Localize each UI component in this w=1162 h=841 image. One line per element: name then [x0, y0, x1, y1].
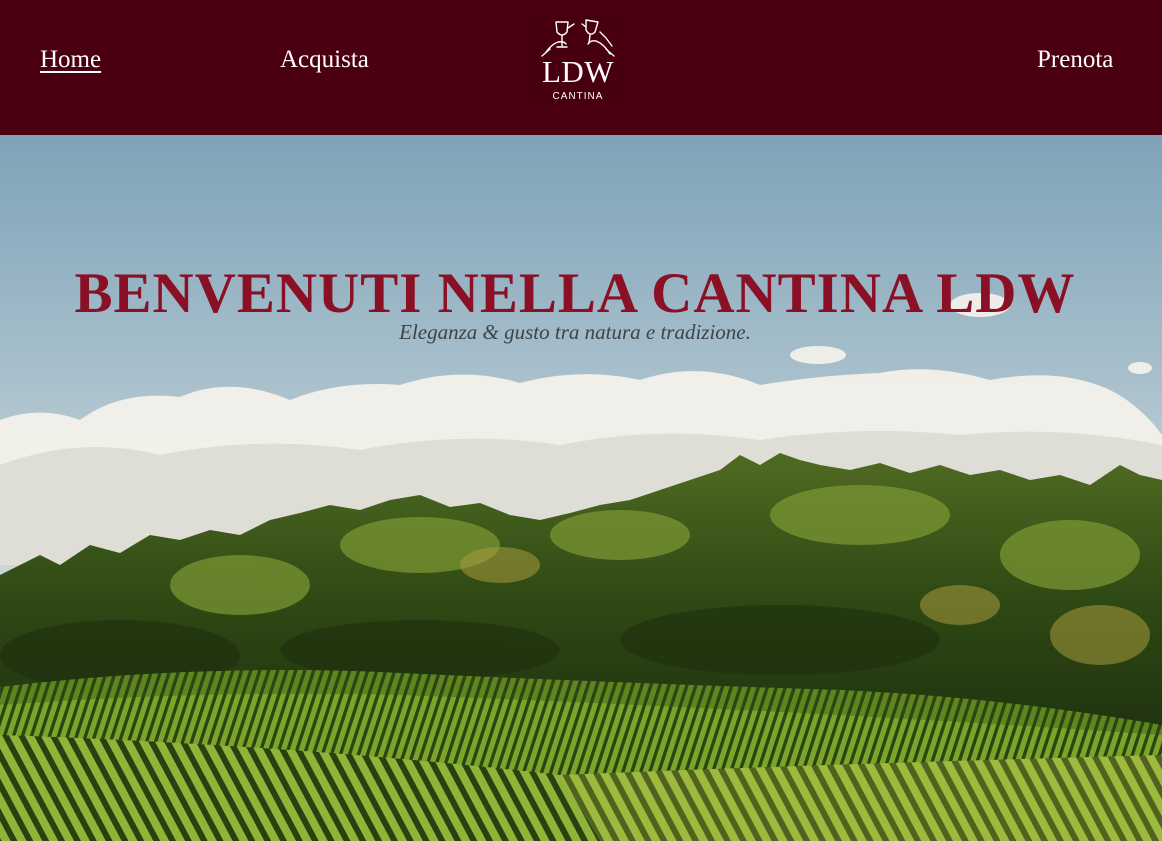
- site-header: Home Acquista LDW CANTINA Prenota: [0, 0, 1162, 135]
- brand-logo[interactable]: LDW CANTINA: [527, 12, 629, 110]
- logo-name: LDW: [541, 54, 615, 89]
- nav-link-prenota[interactable]: Prenota: [1037, 44, 1113, 76]
- vineyard-landscape-image: [0, 135, 1162, 841]
- logo-subtitle: CANTINA: [552, 91, 604, 102]
- hero-subtitle: Eleganza & gusto tra natura e tradizione…: [399, 320, 751, 344]
- nav-link-acquista[interactable]: Acquista: [280, 44, 369, 76]
- wine-glasses-icon: [541, 19, 615, 57]
- hero-section: BENVENUTI NELLA CANTINA LDW Eleganza & g…: [0, 135, 1162, 841]
- nav-link-home[interactable]: Home: [40, 44, 101, 76]
